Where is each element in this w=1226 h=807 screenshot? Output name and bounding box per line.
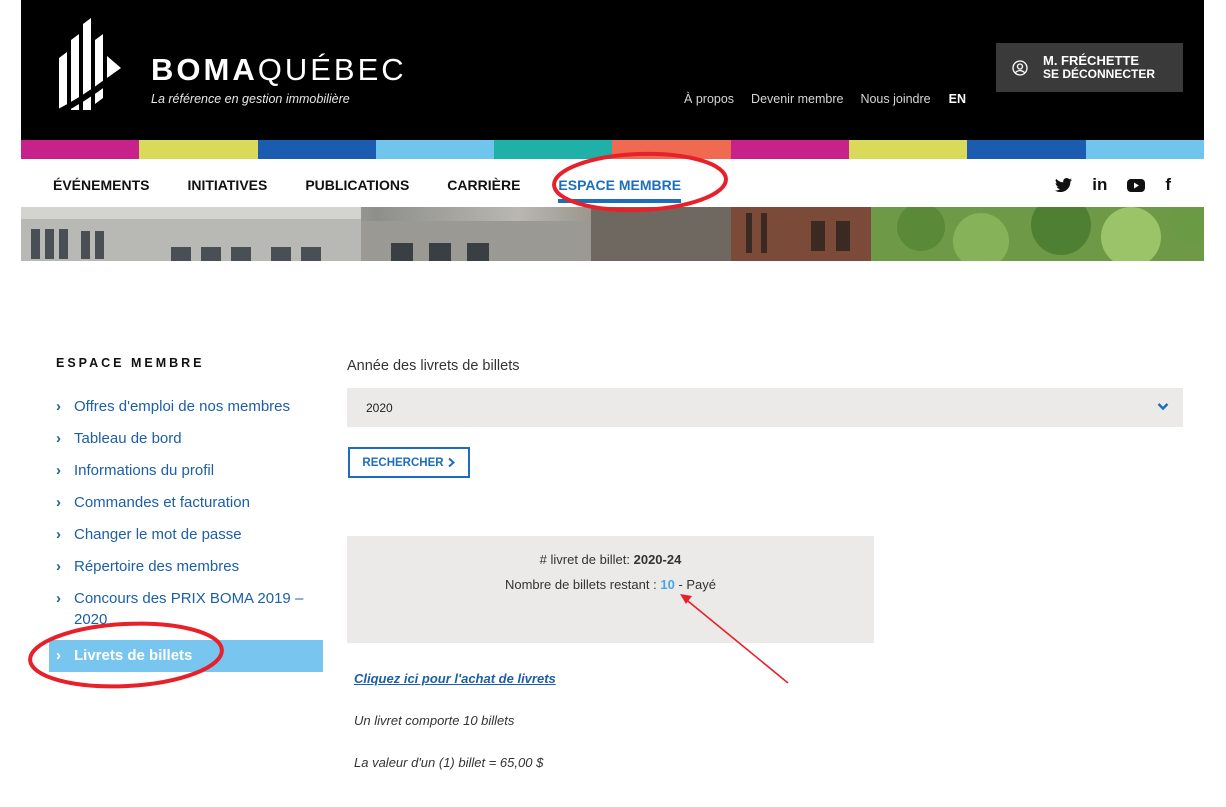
sidebar-item-offres-emploi[interactable]: › Offres d'emploi de nos membres <box>49 396 323 428</box>
paid-status: - Payé <box>678 577 717 592</box>
sidebar-item-label: Commandes et facturation <box>74 494 250 511</box>
sidebar-item-tableau-de-bord[interactable]: › Tableau de bord <box>49 428 323 460</box>
sidebar-item-label: Changer le mot de passe <box>74 526 242 543</box>
sidebar-item-label: Offres d'emploi de nos membres <box>74 398 291 415</box>
brand-bold: BOMA <box>151 52 258 87</box>
chevron-right-icon: › <box>56 398 61 415</box>
chevron-right-icon: › <box>56 647 61 664</box>
brand-light: QUÉBEC <box>257 52 407 87</box>
user-account-button[interactable]: M. FRÉCHETTE SE DÉCONNECTER <box>996 43 1183 92</box>
youtube-icon[interactable] <box>1127 178 1146 192</box>
nav-initiatives[interactable]: INITIATIVES <box>187 177 267 193</box>
booklet-number-label: # livret de billet: <box>539 552 630 567</box>
color-strip-segment <box>139 140 258 159</box>
link-nous-joindre[interactable]: Nous joindre <box>860 92 930 106</box>
facebook-icon[interactable]: f <box>1165 175 1171 195</box>
sidebar-item-label: Tableau de bord <box>74 430 182 447</box>
sidebar-item-concours-prix-boma[interactable]: › Concours des PRIX BOMA 2019 – 2020 <box>49 588 323 640</box>
sidebar-item-commandes-facturation[interactable]: › Commandes et facturation <box>49 492 323 524</box>
chevron-right-icon: › <box>56 590 61 607</box>
chevron-right-icon: › <box>56 558 61 575</box>
chevron-down-icon <box>1157 403 1169 411</box>
search-button[interactable]: RECHERCHER <box>348 447 470 478</box>
remaining-tickets-count: 10 <box>660 577 675 592</box>
boma-logo-icon[interactable] <box>53 18 123 116</box>
sidebar-item-repertoire-membres[interactable]: › Répertoire des membres <box>49 556 323 588</box>
ticket-value-text: La valeur d'un (1) billet = 65,00 $ <box>354 755 544 770</box>
sidebar-item-informations-profil[interactable]: › Informations du profil <box>49 460 323 492</box>
sidebar-title: ESPACE MEMBRE <box>56 356 205 370</box>
year-select-value: 2020 <box>366 401 393 415</box>
color-strip-segment <box>730 140 850 159</box>
linkedin-icon[interactable]: in <box>1092 175 1107 195</box>
hero-banner-image <box>21 207 1204 261</box>
link-devenir-membre[interactable]: Devenir membre <box>751 92 843 106</box>
chevron-right-icon: › <box>56 430 61 447</box>
main-nav: ÉVÉNEMENTS INITIATIVES PUBLICATIONS CARR… <box>21 159 1204 207</box>
booklet-number: 2020-24 <box>633 552 682 567</box>
language-toggle[interactable]: EN <box>949 92 966 106</box>
sidebar-menu: › Offres d'emploi de nos membres › Tableau… <box>49 396 323 672</box>
nav-espace-membre[interactable]: ESPACE MEMBRE <box>558 177 681 203</box>
chevron-right-icon: › <box>56 462 61 479</box>
sidebar-item-label: Livrets de billets <box>74 647 193 664</box>
color-strip-segment <box>257 140 376 159</box>
twitter-icon[interactable] <box>1055 178 1073 192</box>
color-strip-segment <box>21 140 140 159</box>
sidebar-item-changer-mot-de-passe[interactable]: › Changer le mot de passe <box>49 524 323 556</box>
brand-logo-text[interactable]: BOMAQUÉBEC La référence en gestion immob… <box>151 54 407 106</box>
color-strip-segment <box>494 140 613 159</box>
sidebar-item-label: Concours des PRIX BOMA 2019 – 2020 <box>74 590 304 628</box>
banner-buildings <box>21 207 1204 261</box>
link-a-propos[interactable]: À propos <box>684 92 734 106</box>
remaining-tickets-label: Nombre de billets restant : <box>504 577 657 592</box>
user-icon <box>1012 59 1028 76</box>
user-name: M. FRÉCHETTE <box>1043 53 1140 69</box>
color-strip-segment <box>849 140 968 159</box>
nav-evenements[interactable]: ÉVÉNEMENTS <box>53 177 149 193</box>
chevron-right-icon: › <box>56 494 61 511</box>
brand-tagline: La référence en gestion immobilière <box>151 92 350 106</box>
color-strip-segment <box>1085 140 1204 159</box>
top-links: À propos Devenir membre Nous joindre EN <box>684 92 966 106</box>
color-strip-segment <box>612 140 731 159</box>
color-strip <box>21 140 1204 159</box>
booklet-number-line: # livret de billet: 2020-24 <box>347 552 874 567</box>
remaining-tickets-line: Nombre de billets restant : 10 - Payé <box>347 577 874 592</box>
social-links: in f <box>1055 175 1171 195</box>
year-select[interactable]: 2020 <box>347 388 1183 427</box>
nav-publications[interactable]: PUBLICATIONS <box>305 177 409 193</box>
year-select-label: Année des livrets de billets <box>347 358 520 374</box>
sidebar-item-label: Répertoire des membres <box>74 558 240 575</box>
logout-link[interactable]: SE DÉCONNECTER <box>1043 68 1155 81</box>
chevron-right-icon: › <box>56 526 61 543</box>
nav-carriere[interactable]: CARRIÈRE <box>447 177 520 193</box>
chevron-right-icon <box>447 457 455 468</box>
search-button-label: RECHERCHER <box>362 456 444 469</box>
color-strip-segment <box>375 140 495 159</box>
color-strip-segment <box>967 140 1086 159</box>
buy-booklets-link[interactable]: Cliquez ici pour l'achat de livrets <box>354 671 556 686</box>
booklet-result-card: # livret de billet: 2020-24 Nombre de bi… <box>347 536 874 643</box>
sidebar-item-label: Informations du profil <box>74 462 215 479</box>
site-header: BOMAQUÉBEC La référence en gestion immob… <box>21 0 1204 140</box>
sidebar-item-livrets-de-billets[interactable]: › Livrets de billets <box>49 640 323 672</box>
booklet-info-text: Un livret comporte 10 billets <box>354 713 515 728</box>
